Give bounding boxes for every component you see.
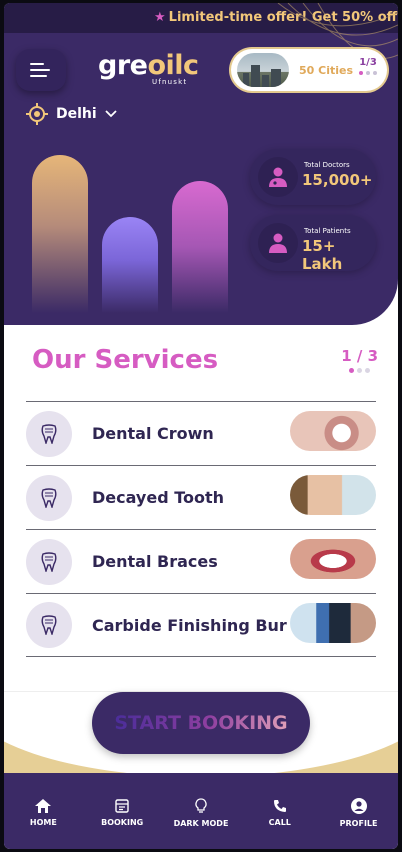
bulb-icon (195, 798, 207, 813)
stat-title: Total Patients (304, 227, 351, 235)
service-item-dental-braces[interactable]: Dental Braces (26, 529, 376, 593)
start-booking-button[interactable]: START BOOKING (92, 692, 310, 754)
service-name: Dental Braces (92, 552, 218, 571)
nav-label: PROFILE (339, 819, 378, 828)
nav-label: BOOKING (101, 818, 144, 827)
nav-item-profile[interactable]: PROFILE (323, 798, 395, 828)
nav-item-home[interactable]: HOME (7, 799, 79, 827)
tooth-icon (26, 538, 72, 585)
tooth-icon (26, 474, 72, 521)
nav-label: CALL (268, 818, 291, 827)
service-item-decayed-tooth[interactable]: Decayed Tooth (26, 465, 376, 529)
stat-title: Total Doctors (304, 161, 350, 169)
service-name: Dental Crown (92, 424, 214, 443)
calendar-icon (115, 799, 129, 813)
bottom-nav: HOME BOOKING DARK MODE CALL PROFILE (4, 773, 398, 849)
service-name: Decayed Tooth (92, 488, 225, 507)
service-item-dental-crown[interactable]: Dental Crown (26, 401, 376, 465)
service-photo (290, 539, 376, 579)
decorative-bars (4, 3, 254, 325)
nav-item-call[interactable]: CALL (244, 799, 316, 827)
stat-total-doctors: Total Doctors 15,000+ (250, 149, 376, 205)
service-name: Carbide Finishing Bur (92, 615, 287, 635)
doctor-icon (258, 157, 298, 197)
tooth-icon (26, 602, 72, 648)
services-title: Our Services (32, 345, 219, 375)
stat-value: 15+ Lakh (302, 237, 343, 273)
hero-section: ★Limited-time offer! Get 50% off on yo g… (4, 3, 398, 325)
tooth-icon (26, 410, 72, 457)
cities-card[interactable]: 50 Cities 1/3 (231, 49, 387, 91)
service-photo (290, 603, 376, 643)
bar-gold (32, 155, 88, 313)
nav-label: DARK MODE (173, 819, 229, 828)
services-pager[interactable]: 1 / 3 (341, 347, 378, 373)
nav-label: HOME (29, 818, 57, 827)
nav-item-booking[interactable]: BOOKING (86, 799, 158, 827)
cities-label: 50 Cities (299, 63, 354, 77)
app-screen: ★Limited-time offer! Get 50% off on yo g… (4, 3, 398, 849)
cities-pager-text: 1/3 (359, 57, 377, 68)
home-icon (35, 799, 52, 813)
services-list: Dental Crown Decayed Tooth Dental Braces… (26, 401, 376, 657)
stat-total-patients: Total Patients 15+ Lakh (250, 215, 376, 273)
service-photo (290, 475, 376, 515)
cities-pager[interactable]: 1/3 (359, 57, 377, 75)
services-pager-text: 1 / 3 (341, 347, 378, 365)
pager-dots (359, 71, 377, 75)
stat-value: 15,000+ (302, 171, 373, 189)
start-booking-label: START BOOKING (114, 712, 288, 734)
pager-dots (341, 368, 378, 373)
nav-item-dark-mode[interactable]: DARK MODE (165, 798, 237, 828)
profile-icon (350, 798, 367, 814)
bar-violet (102, 217, 158, 313)
patient-icon (258, 223, 298, 263)
phone-icon (273, 800, 286, 812)
service-item-carbide-finishing-bur[interactable]: Carbide Finishing Bur (26, 593, 376, 657)
bar-pink (172, 181, 228, 313)
service-photo (290, 411, 376, 451)
